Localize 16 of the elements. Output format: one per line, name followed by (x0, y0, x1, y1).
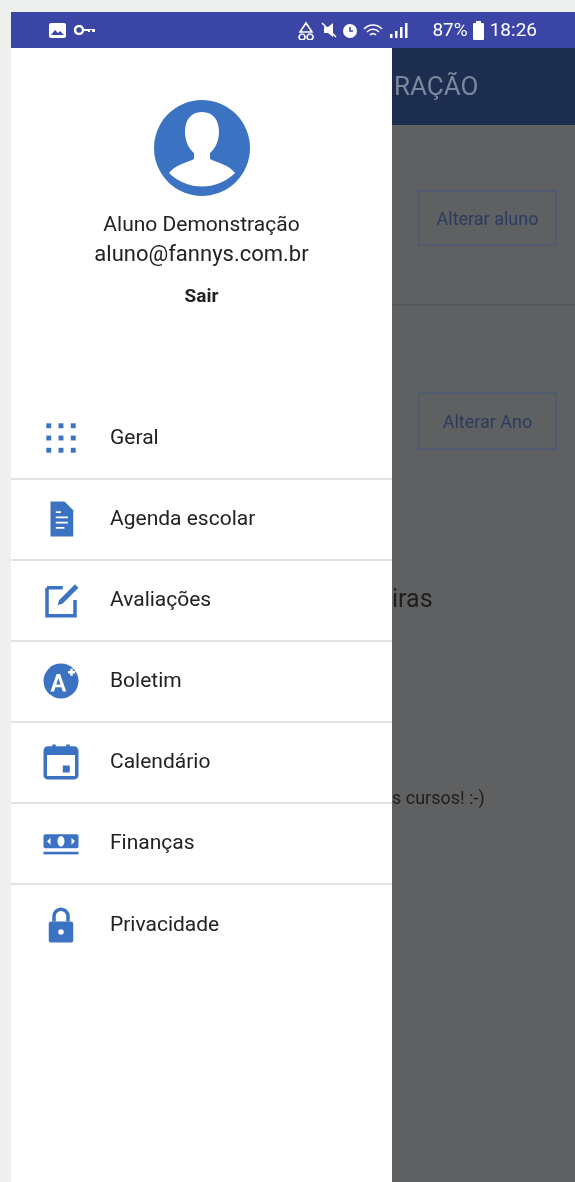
section-heading: iras (392, 584, 434, 614)
user-name: Aluno Demonstração (103, 211, 300, 238)
image-icon (49, 22, 66, 38)
avatar-icon (153, 100, 250, 196)
menu-item[interactable]: Agenda escolar (11, 479, 392, 561)
user-email: aluno@fannys.com.br (94, 240, 309, 268)
menu-item[interactable]: Boletim (11, 641, 392, 723)
key-icon (74, 25, 96, 35)
body-text: s cursos! :-) (392, 786, 486, 810)
app-bar-title: RAÇÃO (394, 70, 479, 103)
menu-item[interactable]: Calendário (11, 722, 392, 804)
menu-item[interactable]: Privacidade (11, 884, 392, 966)
logout-button[interactable]: Sair (184, 282, 219, 311)
battery-icon (472, 20, 484, 40)
battery-percentage: 87% (432, 16, 468, 43)
clock-time: 18:26 (489, 16, 537, 43)
